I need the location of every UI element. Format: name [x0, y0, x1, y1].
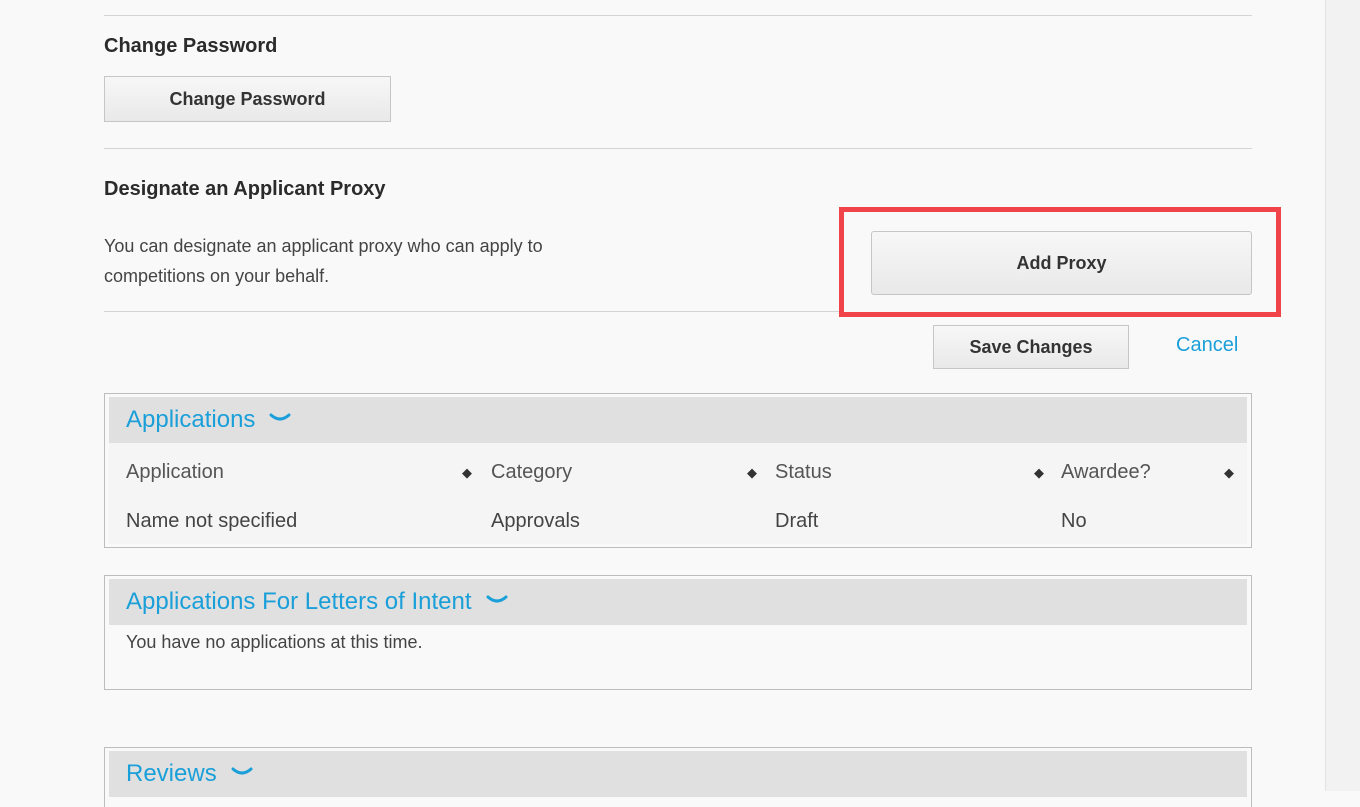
proxy-heading: Designate an Applicant Proxy — [104, 178, 386, 200]
sort-arrows-icon[interactable]: ◆ — [1034, 465, 1044, 481]
change-password-heading: Change Password — [104, 35, 278, 57]
chevron-down-icon[interactable] — [269, 411, 291, 429]
sort-arrows-icon[interactable]: ◆ — [1224, 465, 1234, 481]
reviews-panel-header[interactable]: Reviews — [109, 751, 1247, 797]
proxy-description: You can designate an applicant proxy who… — [104, 231, 724, 291]
column-header-status[interactable]: Status — [775, 461, 832, 484]
divider — [104, 148, 1252, 149]
applications-panel-header[interactable]: Applications — [109, 397, 1247, 443]
column-header-awardee[interactable]: Awardee? — [1061, 461, 1151, 484]
account-settings-page: Change Password Change Password Designat… — [0, 0, 1360, 807]
applications-title[interactable]: Applications — [126, 406, 255, 434]
applications-panel: Applications Application ◆ Category ◆ St… — [104, 393, 1252, 548]
column-header-category[interactable]: Category — [491, 461, 572, 484]
reviews-title[interactable]: Reviews — [126, 760, 217, 788]
sort-arrows-icon[interactable]: ◆ — [462, 465, 472, 481]
save-changes-button[interactable]: Save Changes — [933, 325, 1129, 369]
divider — [104, 311, 839, 312]
application-status: Draft — [775, 510, 819, 532]
change-password-button[interactable]: Change Password — [104, 76, 391, 122]
empty-state-text: You have no applications at this time. — [126, 632, 423, 652]
proxy-description-line: competitions on your behalf. — [104, 266, 330, 286]
letters-panel-header[interactable]: Applications For Letters of Intent — [109, 579, 1247, 625]
chevron-down-icon[interactable] — [486, 593, 508, 611]
divider — [104, 15, 1252, 16]
application-name-link[interactable]: Name not specified — [126, 510, 297, 533]
column-header-application[interactable]: Application — [126, 461, 224, 484]
applications-table: Application ◆ Category ◆ Status ◆ Awarde… — [109, 443, 1247, 544]
cancel-link[interactable]: Cancel — [1176, 334, 1238, 357]
letters-of-intent-panel: Applications For Letters of Intent You h… — [104, 575, 1252, 690]
add-proxy-button[interactable]: Add Proxy — [871, 231, 1252, 295]
proxy-description-line: You can designate an applicant proxy who… — [104, 236, 543, 256]
scrollbar-track[interactable] — [1325, 0, 1360, 791]
application-awardee: No — [1061, 510, 1087, 532]
letters-title[interactable]: Applications For Letters of Intent — [126, 588, 472, 616]
reviews-panel: Reviews — [104, 747, 1252, 807]
application-category: Approvals — [491, 510, 580, 532]
chevron-down-icon[interactable] — [231, 765, 253, 783]
sort-arrows-icon[interactable]: ◆ — [747, 465, 757, 481]
